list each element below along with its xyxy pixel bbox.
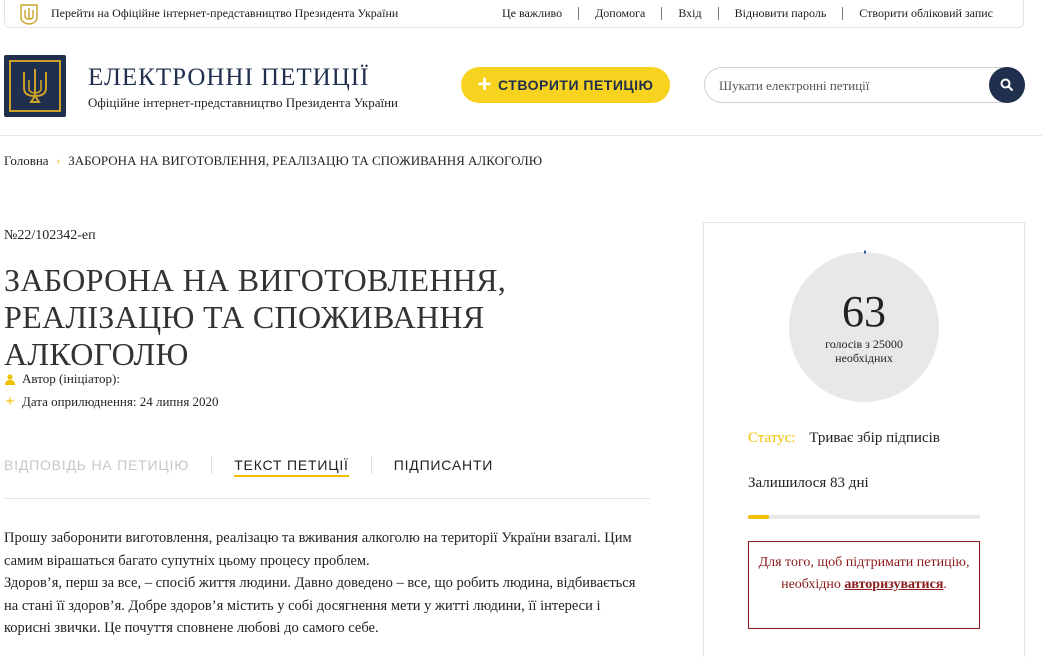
authorize-link[interactable]: авторизуватися (844, 577, 943, 592)
plus-icon: + (477, 71, 493, 98)
trident-icon (23, 69, 47, 103)
status-label: Статус: (748, 430, 796, 446)
top-bar: Перейти на Офіційне інтернет-представниц… (4, 0, 1024, 28)
login-link[interactable]: Вхід (661, 7, 717, 20)
status-value: Триває збір підписів (809, 430, 940, 446)
important-link[interactable]: Це важливо (486, 7, 578, 20)
search-button[interactable] (989, 67, 1025, 103)
petition-number: №22/102342-еп (4, 228, 96, 243)
petition-text: Прошу заборонити виготовлення, реалізацю… (4, 527, 644, 640)
restore-password-link[interactable]: Відновити пароль (717, 7, 843, 20)
site-subtitle: Офіційне інтернет-представництво Президе… (88, 95, 399, 110)
breadcrumb: Головна › ЗАБОРОНА НА ВИГОТОВЛЕННЯ, РЕАЛ… (4, 153, 542, 169)
breadcrumb-home[interactable]: Головна (4, 153, 49, 169)
tab-text[interactable]: ТЕКСТ ПЕТИЦІЇ (211, 456, 371, 477)
author-label: Автор (ініціатор): (22, 371, 120, 386)
site-title[interactable]: ЕЛЕКТРОННІ ПЕТИЦІЇ (88, 64, 369, 92)
votes-count: 63 (842, 287, 886, 336)
site-logo[interactable] (4, 55, 66, 117)
search-box (704, 67, 1025, 103)
time-progress-fill (748, 515, 769, 519)
votes-counter: 63 голосів з 25000 необхідних (786, 249, 942, 405)
register-link[interactable]: Створити обліковий запис (842, 7, 1009, 20)
date-label: Дата оприлюднення: 24 липня 2020 (22, 394, 219, 409)
petition-status: Статус: Триває збір підписів (748, 430, 940, 447)
plus-icon: + (5, 393, 15, 410)
petition-tabs: ВІДПОВІДЬ НА ПЕТИЦІЮ ТЕКСТ ПЕТИЦІЇ ПІДПИ… (4, 456, 515, 477)
tab-signers[interactable]: ПІДПИСАНТИ (370, 456, 515, 474)
petition-title: ЗАБОРОНА НА ВИГОТОВЛЕННЯ, РЕАЛІЗАЦЮ ТА С… (4, 262, 507, 372)
time-progress-bar (748, 515, 980, 519)
trident-icon (17, 3, 41, 25)
votes-required: голосів з 25000 необхідних (825, 337, 903, 365)
president-site-link-label: Перейти на Офіційне інтернет-представниц… (51, 6, 399, 20)
petition-date: + Дата оприлюднення: 24 липня 2020 (4, 393, 219, 411)
petition-paragraph: Прошу заборонити виготовлення, реалізацю… (4, 530, 632, 569)
chevron-right-icon: › (56, 155, 61, 167)
auth-notice: Для того, щоб підтримати петицію, необхі… (748, 541, 980, 629)
help-link[interactable]: Допомога (578, 7, 661, 20)
user-icon (4, 373, 16, 385)
breadcrumb-current: ЗАБОРОНА НА ВИГОТОВЛЕННЯ, РЕАЛІЗАЦЮ ТА С… (68, 153, 543, 168)
site-header: ЕЛЕКТРОННІ ПЕТИЦІЇ Офіційне інтернет-пре… (0, 28, 1042, 136)
search-input[interactable] (719, 76, 979, 96)
petition-paragraph: Здоров’я, перш за все, – спосіб життя лю… (4, 575, 636, 636)
president-site-link[interactable]: Перейти на Офіційне інтернет-представниц… (5, 3, 398, 25)
create-petition-label: СТВОРИТИ ПЕТИЦІЮ (498, 77, 654, 93)
petition-sidebar: 63 голосів з 25000 необхідних Статус: Тр… (703, 222, 1025, 657)
tab-answer[interactable]: ВІДПОВІДЬ НА ПЕТИЦІЮ (4, 456, 211, 474)
create-petition-button[interactable]: + СТВОРИТИ ПЕТИЦІЮ (461, 67, 670, 103)
search-icon (1000, 78, 1014, 92)
divider (4, 498, 650, 499)
days-remaining: Залишилося 83 дні (748, 475, 869, 491)
petition-author: Автор (ініціатор): (4, 371, 120, 387)
top-links: Це важливо Допомога Вхід Відновити парол… (486, 7, 1023, 20)
